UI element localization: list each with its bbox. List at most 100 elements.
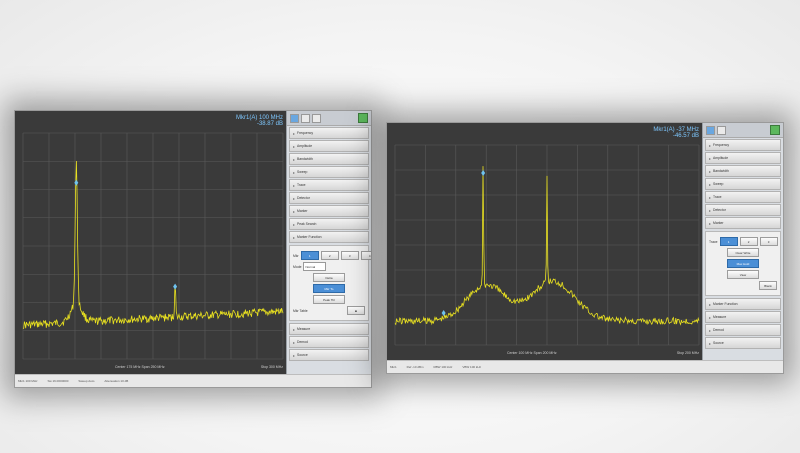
menu-item[interactable]: ▸ Bandwidth <box>705 165 781 177</box>
sub-row1-label: Trace <box>709 239 718 244</box>
menu-item-label: Amplitude <box>297 144 313 148</box>
mkr-2-button[interactable]: 2 <box>320 251 339 260</box>
right-control-panel: ▸ Frequency ▸ Amplitude ▸ Bandwidth ▸ Sweep ▸ Tra… <box>702 123 783 361</box>
menu-arrow-icon: ▸ <box>709 327 712 333</box>
menu-item-label: Demod <box>713 328 724 332</box>
mkr-1-button[interactable]: 1 <box>300 251 319 260</box>
menu-arrow-icon: ▸ <box>293 326 296 332</box>
menu-item[interactable]: ▸ Detector <box>289 192 369 204</box>
sub-row1-label: Mkr <box>293 253 299 258</box>
trace-3-button[interactable]: 3 <box>759 237 778 246</box>
right-marker-level: -46.57 dB <box>672 133 699 139</box>
left-spectrum-plot <box>22 132 284 360</box>
menu-arrow-icon: ▸ <box>293 143 296 149</box>
menu-arrow-icon: ▸ <box>709 181 712 187</box>
menu-arrow-icon: ▸ <box>709 340 712 346</box>
left-marker-function-submenu: Mkr 1 2 3 4 5 Mode Normal Delta Mkr To P… <box>289 245 371 321</box>
trace-1-button[interactable]: 1 <box>719 237 738 246</box>
menu-arrow-icon: ▸ <box>293 352 296 358</box>
menu-item[interactable]: ▸ Detector <box>705 204 781 216</box>
menu-item[interactable]: ▸ Demod <box>289 336 369 348</box>
menu-item-label: Sweep <box>713 182 724 186</box>
menu-item[interactable]: ▸ Marker <box>289 205 369 217</box>
sub-row5-label: Mkr Table <box>293 308 308 313</box>
menu-item-label: Marker Function <box>713 302 738 306</box>
menu-item[interactable]: ▸ Amplitude <box>705 152 781 164</box>
menu-item-label: Measure <box>713 315 727 319</box>
left-control-panel: ▸ Frequency ▸ Amplitude ▸ Bandwidth ▸ Sweep ▸ Tra… <box>286 111 371 375</box>
menu-item-label: Bandwidth <box>297 157 313 161</box>
status-item: Mkr1 100 MHz <box>18 379 38 383</box>
status-item: Sw 16.0000000 <box>47 379 69 383</box>
menu-item-label: Peak Search <box>297 222 317 226</box>
menu-item[interactable]: ▸ Amplitude <box>289 140 369 152</box>
left-status-bar: Mkr1 100 MHz Sw 16.0000000 Sweep Auto At… <box>15 374 371 387</box>
status-item: Mkr1 <box>390 365 397 369</box>
marker-diamond-icon <box>481 170 486 176</box>
menu-item[interactable]: ▸ Source <box>705 337 781 349</box>
status-item: Sweep Auto <box>78 379 95 383</box>
menu-item[interactable]: ▸ Measure <box>289 323 369 335</box>
menu-item[interactable]: ▸ Bandwidth <box>289 153 369 165</box>
menu-arrow-icon: ▸ <box>709 207 712 213</box>
max-hold-button[interactable]: Max Hold <box>727 259 759 268</box>
toolbar-toggle-button[interactable] <box>290 113 299 123</box>
menu-item-label: Marker <box>297 209 308 213</box>
right-spectrum-plot <box>394 144 700 346</box>
peak-table-button[interactable]: Peak Tbl <box>313 295 345 304</box>
menu-arrow-icon: ▸ <box>709 142 712 148</box>
trace-2-button[interactable]: 2 <box>739 237 758 246</box>
mkr-3-button[interactable]: 3 <box>340 251 359 260</box>
right-panel-toolbar <box>703 123 783 138</box>
clear-write-button[interactable]: Clear Write <box>727 248 759 257</box>
menu-item-label: Measure <box>297 327 311 331</box>
toolbar-toggle-button[interactable] <box>301 113 310 123</box>
right-trace-submenu: Trace 1 2 3 Clear Write Max Hold View Bl… <box>705 231 781 296</box>
view-button[interactable]: View <box>727 270 759 279</box>
mkr-4-button[interactable]: 4 <box>360 251 371 260</box>
menu-item-label: Source <box>713 341 724 345</box>
sub-row2-label: Mode <box>293 264 302 269</box>
toolbar-toggle-button[interactable] <box>312 113 321 123</box>
menu-arrow-icon: ▸ <box>293 208 296 214</box>
status-item: Attenuation 10 dB <box>104 379 129 383</box>
menu-item-label: Trace <box>297 183 306 187</box>
menu-item[interactable]: ▸ Marker <box>705 217 781 229</box>
mkr-to-button[interactable]: Mkr To <box>313 284 345 293</box>
stage: Mkr1(A) 100 MHz -38.87 dB Center 175 MHz… <box>0 0 800 453</box>
menu-item-label: Bandwidth <box>713 169 729 173</box>
menu-item[interactable]: ▸ Marker Function <box>289 231 369 243</box>
flag-icon[interactable] <box>358 113 368 123</box>
menu-item[interactable]: ▸ Frequency <box>705 139 781 151</box>
menu-item[interactable]: ▸ Peak Search <box>289 218 369 230</box>
blank-button[interactable]: Blank <box>759 281 777 290</box>
toolbar-toggle-button[interactable] <box>717 125 726 135</box>
menu-item[interactable]: ▸ Demod <box>705 324 781 336</box>
menu-item[interactable]: ▸ Trace <box>289 179 369 191</box>
menu-item[interactable]: ▸ Marker Function <box>705 298 781 310</box>
right-status-bar: Mkr1 Ref -10 dBm RBW 100 kHz VBW 100 kHz <box>387 360 783 373</box>
menu-item[interactable]: ▸ Trace <box>705 191 781 203</box>
menu-item[interactable]: ▸ Sweep <box>289 166 369 178</box>
menu-item[interactable]: ▸ Measure <box>705 311 781 323</box>
flag-icon[interactable] <box>770 125 780 135</box>
status-item: Ref -10 dBm <box>406 365 424 369</box>
menu-arrow-icon: ▸ <box>709 314 712 320</box>
menu-item[interactable]: ▸ Source <box>289 349 369 361</box>
mkr-table-toggle[interactable]: ■ <box>347 306 365 315</box>
right-spectrum-screen[interactable]: Mkr1(A) -37 MHz -46.57 dB Center 100 MHz… <box>387 123 703 361</box>
menu-arrow-icon: ▸ <box>709 301 712 307</box>
left-marker-readout: Mkr1(A) 100 MHz -38.87 dB <box>236 115 283 127</box>
mode-select[interactable]: Normal <box>303 262 327 271</box>
right-marker-readout: Mkr1(A) -37 MHz -46.57 dB <box>653 127 699 139</box>
menu-arrow-icon: ▸ <box>293 234 296 240</box>
menu-item-label: Marker Function <box>297 235 322 239</box>
right-analyzer-window: Mkr1(A) -37 MHz -46.57 dB Center 100 MHz… <box>386 122 784 374</box>
marker-diamond-icon <box>173 283 178 290</box>
toolbar-toggle-button[interactable] <box>706 125 715 135</box>
left-stop-label: Stop 300 MHz <box>260 365 283 369</box>
delta-button[interactable]: Delta <box>313 273 345 282</box>
menu-item[interactable]: ▸ Frequency <box>289 127 369 139</box>
left-spectrum-screen[interactable]: Mkr1(A) 100 MHz -38.87 dB Center 175 MHz… <box>15 111 287 375</box>
menu-item[interactable]: ▸ Sweep <box>705 178 781 190</box>
